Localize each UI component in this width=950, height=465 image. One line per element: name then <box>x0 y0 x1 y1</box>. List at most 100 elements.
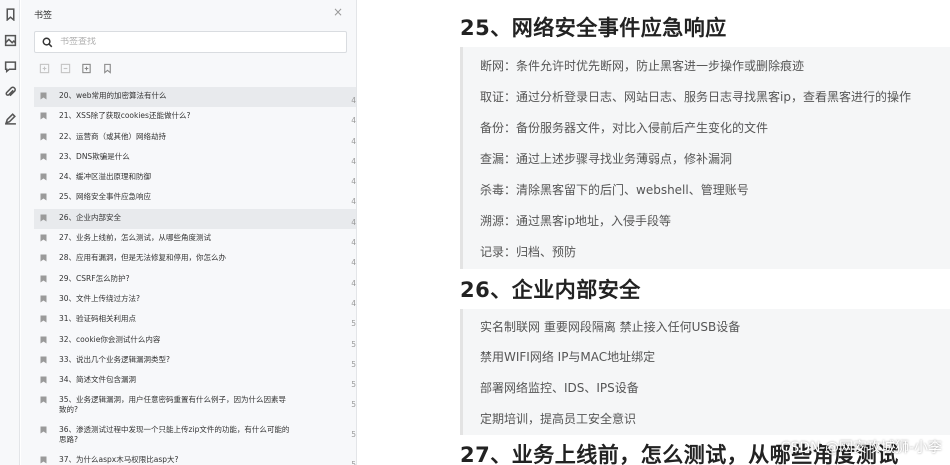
search-input[interactable] <box>60 37 330 47</box>
thumbnail-icon[interactable] <box>2 32 18 48</box>
bookmark-item-label: 24、缓冲区溢出原理和防御 <box>59 172 152 182</box>
bookmark-item-label: 29、CSRF怎么防护? <box>59 273 130 283</box>
collapse-all-icon[interactable] <box>59 62 72 75</box>
bookmark-item-label: 23、DNS欺骗是什么 <box>59 151 130 161</box>
bookmark-item-icon <box>40 153 47 161</box>
section-25-heading: 25、网络安全事件应急响应 <box>460 16 727 40</box>
bookmark-item-label: 37、为什么aspx木马权限比asp大? <box>59 455 179 465</box>
section-25-line: 备份：备份服务器文件，对比入侵前后产生变化的文件 <box>480 121 769 135</box>
bookmark-item-page: 4 <box>351 177 356 187</box>
bookmark-item-label: 31、验证码相关利用点 <box>59 314 137 324</box>
bookmark-list: 20、web常用的加密算法有什么 4 21、XSS除了获取cookies还能做什么?… <box>34 87 356 465</box>
bookmark-item-label: 34、简述文件包含漏洞 <box>59 375 137 385</box>
bookmark-item-icon <box>40 214 47 222</box>
bookmark-item-icon <box>40 315 47 323</box>
bookmark-item-page: 5 <box>351 460 356 465</box>
signature-icon[interactable] <box>2 110 18 126</box>
bookmark-item-icon <box>40 376 47 384</box>
bookmark-item[interactable]: 30、文件上传绕过方法? 4 <box>34 290 356 310</box>
bookmark-toolbar <box>38 62 114 75</box>
bookmark-item-icon <box>40 254 47 262</box>
panel-title: 书签 <box>34 11 53 21</box>
bookmark-item-icon <box>40 92 47 100</box>
section-25-line: 取证：通过分析登录日志、网站日志、服务日志寻找黑客ip，查看黑客进行的操作 <box>480 90 911 104</box>
bookmark-icon[interactable] <box>2 6 18 22</box>
bookmark-item-icon <box>40 275 47 283</box>
bookmark-item-icon <box>40 456 47 464</box>
csdn-watermark: CSDN @网安攻城狮-小李 <box>780 440 942 456</box>
bookmark-item-label: 25、网络安全事件应急响应 <box>59 192 152 202</box>
bookmark-item-icon <box>40 295 47 303</box>
bookmark-item[interactable]: 20、web常用的加密算法有什么 4 <box>34 87 356 108</box>
bookmark-item-icon <box>40 112 47 120</box>
bookmark-item[interactable]: 33、说出几个业务逻辑漏洞类型? 5 <box>34 351 356 371</box>
bookmark-item-page: 5 <box>351 319 356 329</box>
bookmark-item[interactable]: 27、业务上线前，怎么测试，从哪些角度测试 4 <box>34 229 356 249</box>
bookmark-item-page: 4 <box>351 238 356 248</box>
bookmark-item-page: 5 <box>351 400 356 410</box>
bookmark-item-page: 5 <box>351 380 356 390</box>
bookmark-item-label: 27、业务上线前，怎么测试，从哪些角度测试 <box>59 233 212 243</box>
bookmark-item[interactable]: 36、渗透测试过程中发现一个只能上传zip文件的功能，有什么可能的思路? 5 <box>34 421 356 451</box>
section-25-line: 查漏：通过上述步骤寻找业务薄弱点，修补漏洞 <box>480 152 733 166</box>
section-26-line: 部署网络监控、IDS、IPS设备 <box>480 381 639 395</box>
close-icon[interactable]: × <box>333 6 343 18</box>
bookmark-item[interactable]: 23、DNS欺骗是什么 4 <box>34 148 356 168</box>
bookmark-item[interactable]: 21、XSS除了获取cookies还能做什么? 4 <box>34 107 356 127</box>
attachment-icon[interactable] <box>2 84 18 100</box>
bookmark-item[interactable]: 34、简述文件包含漏洞 5 <box>34 371 356 391</box>
bookmark-item-label: 32、cookie你会测试什么内容 <box>59 334 161 344</box>
bookmark-outline-icon[interactable] <box>101 62 114 75</box>
bookmark-item-page: 4 <box>351 278 356 288</box>
comment-icon[interactable] <box>2 58 18 74</box>
bookmark-item-label: 36、渗透测试过程中发现一个只能上传zip文件的功能，有什么可能的思路? <box>59 425 290 445</box>
bookmark-item-label: 26、企业内部安全 <box>59 212 122 222</box>
bookmark-item-page: 4 <box>351 136 356 146</box>
bookmark-item-icon <box>40 133 47 141</box>
bookmark-panel: 书签 × 20、web常用的加密算法有什么421、XSS除了获取cookies还… <box>21 0 357 465</box>
bookmark-item[interactable]: 28、应用有漏洞，但是无法修复和停用，你怎么办 4 <box>34 249 356 269</box>
bookmark-item-page: 4 <box>351 258 356 268</box>
bookmark-item-icon <box>40 336 47 344</box>
bookmark-search[interactable] <box>34 31 347 53</box>
expand-all-icon[interactable] <box>38 62 51 75</box>
bookmark-item[interactable]: 37、为什么aspx木马权限比asp大? 5 <box>34 451 356 465</box>
bookmark-item[interactable]: 22、运营商（或其他）网络劫持 4 <box>34 128 356 148</box>
sidebar-icon-rail <box>0 0 20 465</box>
bookmark-item-page: 4 <box>351 116 356 126</box>
bookmark-item-icon <box>40 426 47 434</box>
bookmark-item-page: 4 <box>351 156 356 166</box>
section-25-line: 记录：归档、预防 <box>480 245 577 259</box>
bookmark-item-icon <box>40 234 47 242</box>
section-25-line: 溯源：通过黑客ip地址，入侵手段等 <box>480 214 671 228</box>
add-bookmark-icon[interactable] <box>80 62 93 75</box>
bookmark-item[interactable]: 32、cookie你会测试什么内容 5 <box>34 331 356 351</box>
bookmark-item-icon <box>40 396 47 404</box>
bookmark-item-label: 33、说出几个业务逻辑漏洞类型? <box>59 354 171 364</box>
bookmark-item-page: 4 <box>351 96 356 105</box>
bookmark-item-icon <box>40 173 47 181</box>
section-25-block: 断网：条件允许时优先断网，防止黑客进一步操作或删除痕迹 取证：通过分析登录日志、… <box>460 47 950 269</box>
bookmark-item[interactable]: 24、缓冲区溢出原理和防御 4 <box>34 168 356 188</box>
bookmark-item-label: 20、web常用的加密算法有什么 <box>59 91 167 100</box>
section-26-line: 禁用WIFI网络 IP与MAC地址绑定 <box>480 350 656 364</box>
bookmark-item-icon <box>40 193 47 201</box>
bookmark-item[interactable]: 29、CSRF怎么防护? 4 <box>34 270 356 290</box>
bookmark-item-label: 21、XSS除了获取cookies还能做什么? <box>59 111 191 121</box>
section-26-block: 实名制联网 重要网段隔离 禁止接入任何USB设备 禁用WIFI网络 IP与MAC… <box>460 309 950 435</box>
bookmark-item[interactable]: 25、网络安全事件应急响应 4 <box>34 188 356 208</box>
bookmark-item-page: 4 <box>351 217 356 227</box>
bookmark-item[interactable]: 26、企业内部安全 4 <box>34 208 356 230</box>
bookmark-item-label: 28、应用有漏洞，但是无法修复和停用，你怎么办 <box>59 253 227 263</box>
bookmark-item-icon <box>40 356 47 364</box>
bookmark-item-page: 4 <box>351 298 356 308</box>
section-25-line: 杀毒：清除黑客留下的后门、webshell、管理账号 <box>480 183 749 197</box>
bookmark-item-label: 22、运营商（或其他）网络劫持 <box>59 131 167 141</box>
bookmark-item-page: 5 <box>351 359 356 369</box>
bookmark-item[interactable]: 35、业务逻辑漏洞，用户任意密码重置有什么例子，因为什么因素导致的? 5 <box>34 391 356 421</box>
bookmark-item-page: 5 <box>351 339 356 349</box>
section-25-line: 断网：条件允许时优先断网，防止黑客进一步操作或删除痕迹 <box>480 59 805 73</box>
bookmark-item[interactable]: 31、验证码相关利用点 5 <box>34 310 356 330</box>
bookmark-item-label: 30、文件上传绕过方法? <box>59 293 141 303</box>
bookmark-item-page: 5 <box>351 430 356 440</box>
